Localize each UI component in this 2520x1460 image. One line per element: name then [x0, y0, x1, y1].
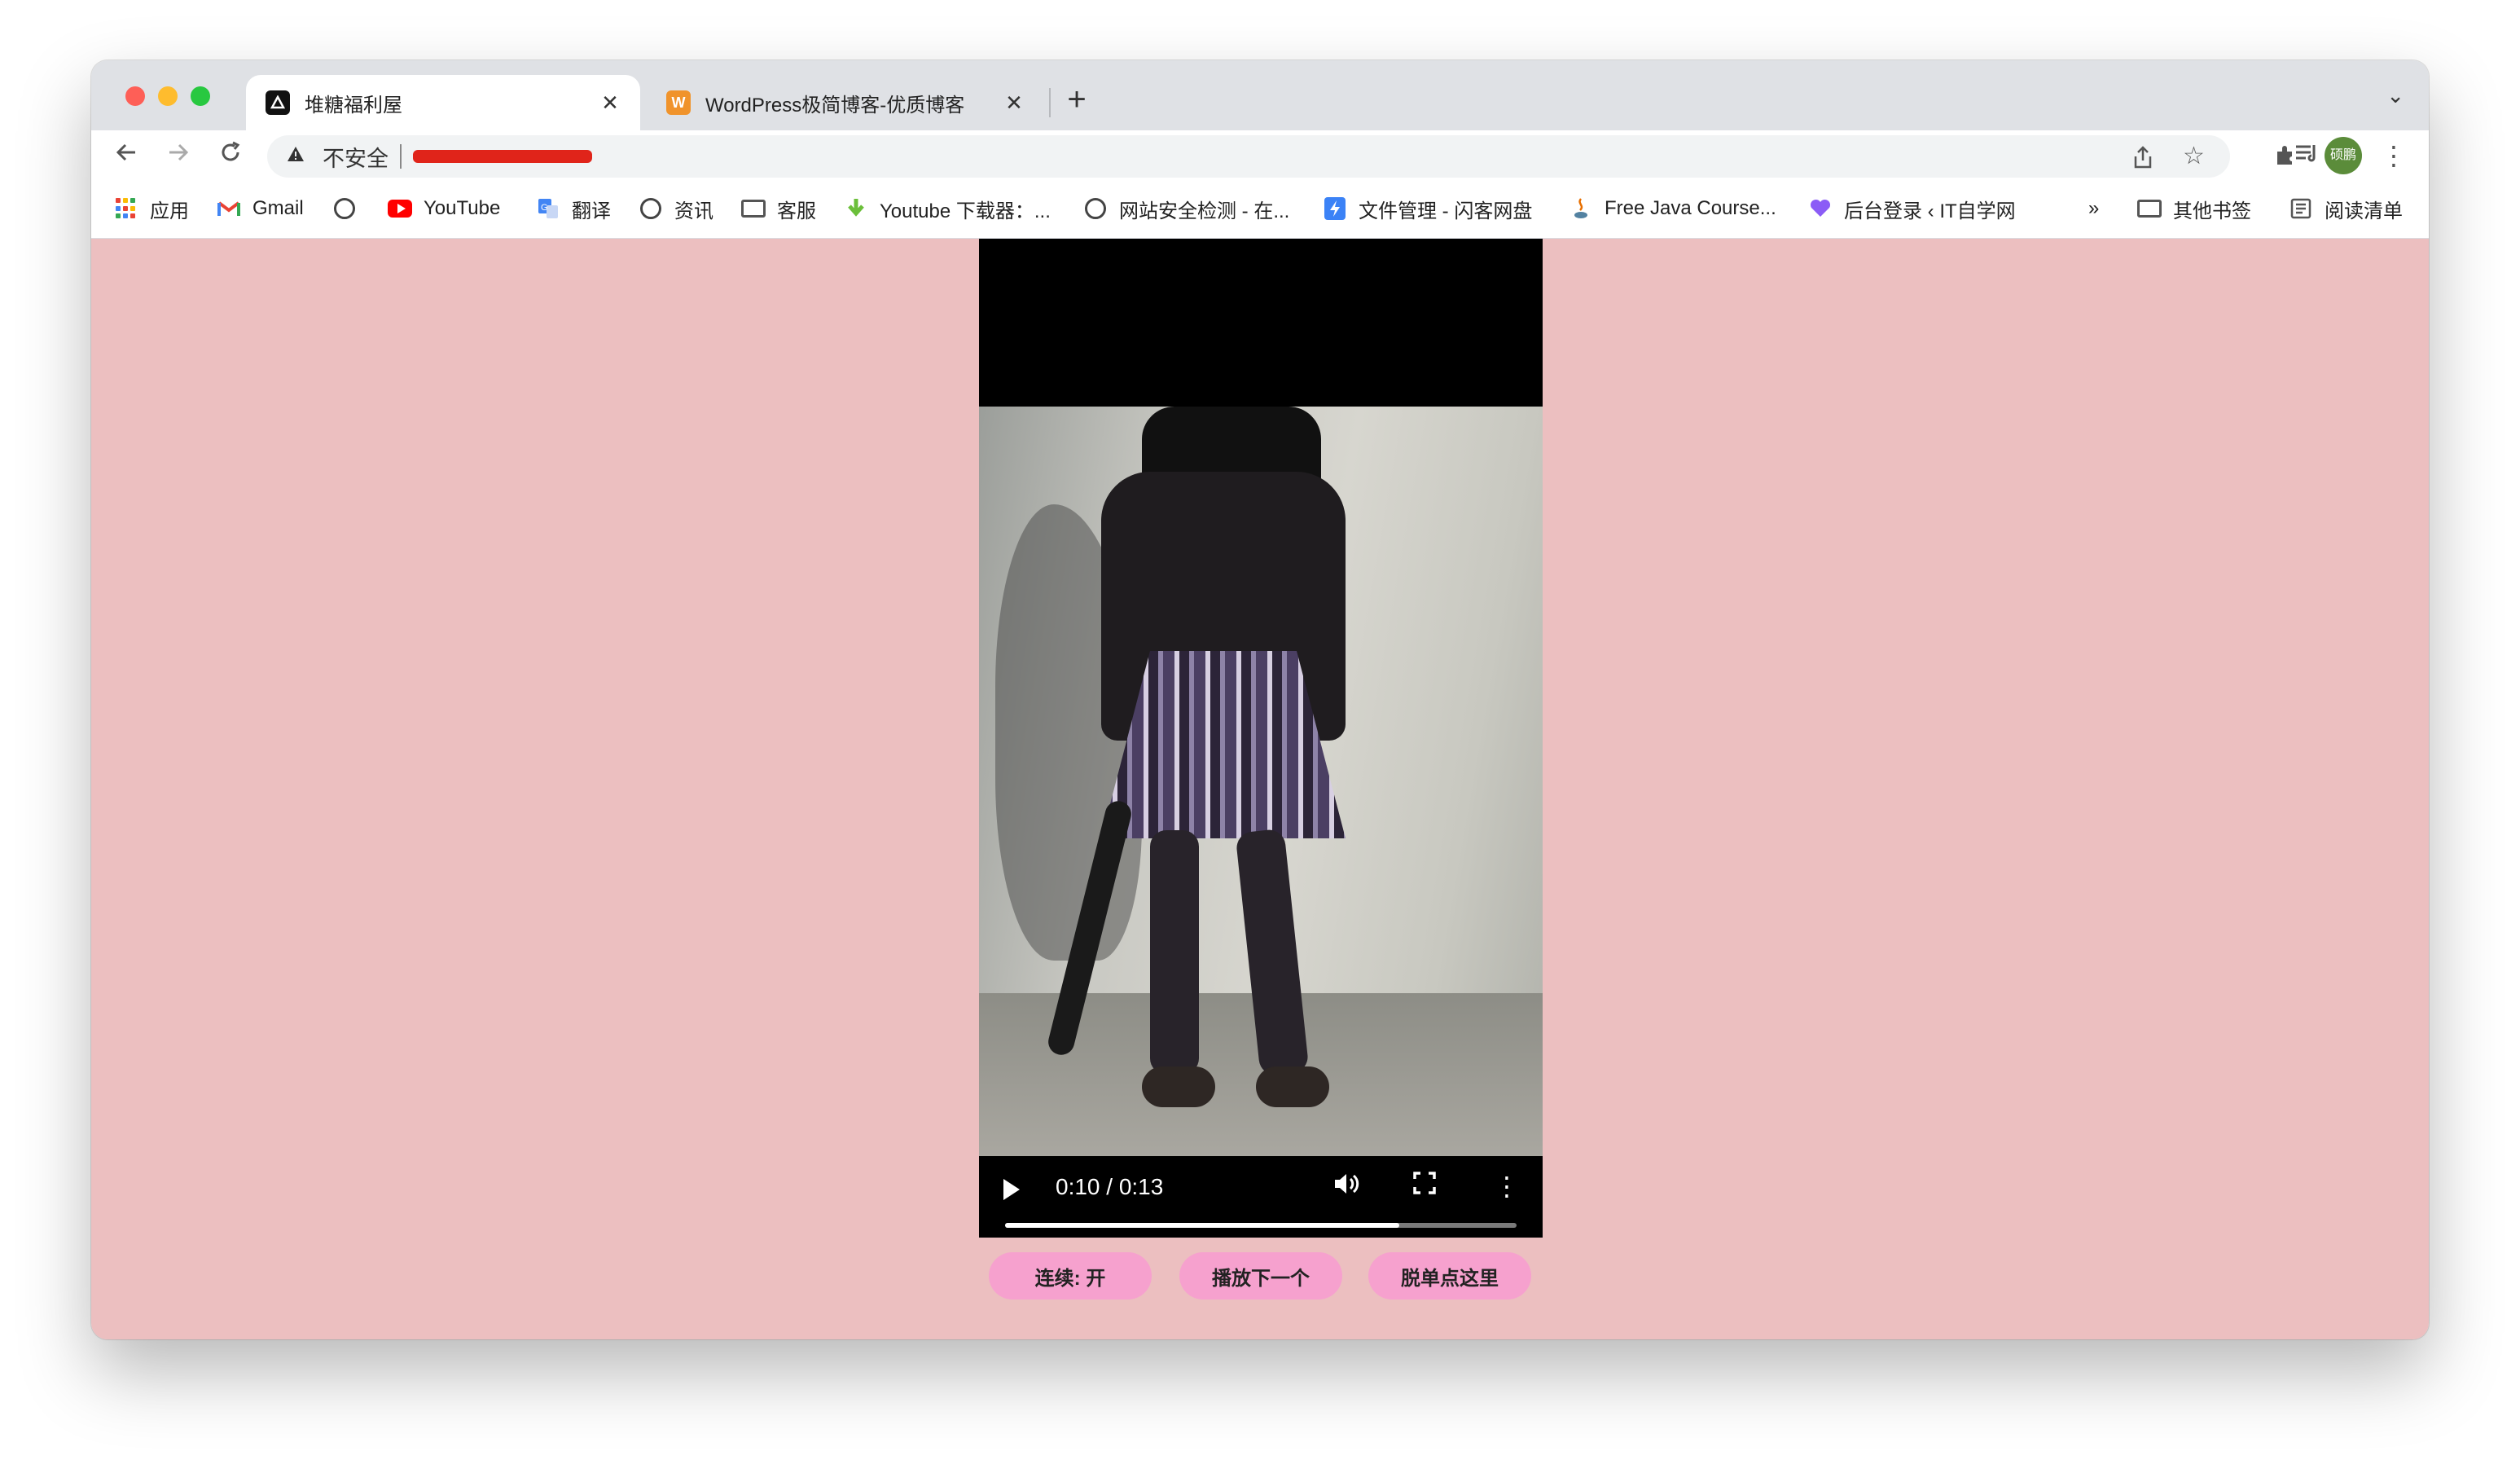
download-icon — [844, 196, 868, 221]
leg-shape — [1150, 830, 1199, 1075]
browser-toolbar: 不安全 ☆ 硕鹏 ⋮ — [91, 130, 2429, 181]
address-bar[interactable]: 不安全 ☆ — [267, 135, 2230, 178]
forward-icon[interactable] — [161, 139, 195, 173]
bookmark-translate[interactable]: G 翻译 — [536, 194, 611, 223]
minimize-window-button[interactable] — [158, 86, 178, 106]
video-controls: 0:10 / 0:13 ⋮ — [979, 1156, 1543, 1238]
volume-icon[interactable] — [1332, 1171, 1360, 1203]
tab-duitang[interactable]: 堆糖福利屋 ✕ — [246, 75, 640, 130]
continuous-toggle-button[interactable]: 连续: 开 — [989, 1252, 1152, 1299]
tab-title: WordPress极简博客-优质博客 — [705, 94, 965, 117]
other-bookmarks-folder[interactable]: 其他书签 — [2137, 194, 2251, 223]
java-icon — [1569, 196, 1593, 221]
browser-window: 堆糖福利屋 ✕ W WordPress极简博客-优质博客 ✕ + ⌄ 不安全 ☆… — [91, 60, 2429, 1339]
tab-strip: 堆糖福利屋 ✕ W WordPress极简博客-优质博客 ✕ + ⌄ — [91, 60, 2429, 130]
globe-icon — [639, 196, 663, 221]
time-display: 0:10 / 0:13 — [1056, 1174, 1164, 1199]
bookmark-label: Youtube 下载器：... — [880, 200, 1051, 222]
profile-avatar[interactable]: 硕鹏 — [2325, 137, 2362, 174]
shoe-shape — [1256, 1066, 1329, 1107]
bookmark-label: 客服 — [777, 200, 816, 222]
button-row: 连续: 开 播放下一个 脱单点这里 — [989, 1252, 1559, 1301]
globe-icon — [332, 196, 357, 221]
shoe-shape — [1142, 1066, 1215, 1107]
bookmark-label: Gmail — [252, 197, 304, 219]
url-redaction[interactable] — [413, 150, 592, 163]
bookmark-label: 文件管理 - 闪客网盘 — [1359, 200, 1533, 222]
translate-icon: G — [536, 196, 560, 221]
address-divider — [400, 144, 402, 169]
bookmark-java-course[interactable]: Free Java Course... — [1569, 194, 1776, 223]
bookmark-security-check[interactable]: 网站安全检测 - 在... — [1083, 194, 1289, 223]
back-icon[interactable] — [109, 139, 143, 173]
bookmark-news[interactable]: 资讯 — [639, 194, 713, 223]
bookmark-label: 应用 — [150, 200, 189, 222]
bookmark-youtube[interactable]: YouTube — [388, 194, 500, 223]
bookmark-label: 后台登录 ‹ IT自学网 — [1844, 200, 2016, 222]
more-menu-icon[interactable]: ⋮ — [2377, 139, 2411, 173]
escape-single-button[interactable]: 脱单点这里 — [1368, 1252, 1531, 1299]
bookmark-star-icon[interactable]: ☆ — [2183, 135, 2205, 178]
bookmark-label: 网站安全检测 - 在... — [1119, 200, 1290, 222]
bookmark-label: 资讯 — [674, 200, 713, 222]
wordpress-icon: W — [666, 90, 691, 115]
video-frame — [979, 407, 1543, 1156]
bookmark-label: Free Java Course... — [1605, 197, 1776, 219]
bookmark-support[interactable]: 客服 — [741, 194, 816, 223]
reading-mode-icon[interactable] — [2290, 139, 2325, 173]
bookmark-label: 其他书签 — [2173, 200, 2251, 222]
bookmark-file-manager[interactable]: 文件管理 - 闪客网盘 — [1323, 194, 1532, 223]
reading-list-button[interactable]: 阅读清单 — [2289, 194, 2403, 223]
play-icon[interactable] — [1003, 1179, 1020, 1200]
maximize-window-button[interactable] — [191, 86, 210, 106]
tab-wordpress[interactable]: W WordPress极简博客-优质博客 ✕ — [647, 75, 1044, 130]
bookmark-youtube-downloader[interactable]: Youtube 下载器：... — [844, 194, 1051, 223]
page-content: 0:10 / 0:13 ⋮ 连续: 开 播放下一个 脱单点这里 — [91, 239, 2429, 1339]
bookmark-apps[interactable]: 应用 — [114, 194, 189, 223]
new-tab-button[interactable]: + — [1056, 80, 1098, 122]
video-more-icon[interactable]: ⋮ — [1494, 1171, 1520, 1202]
bookmark-label: 翻译 — [572, 200, 611, 222]
progress-bar[interactable] — [1005, 1223, 1517, 1228]
duitang-icon — [266, 90, 290, 115]
folder-icon — [2137, 196, 2162, 221]
gmail-icon — [217, 196, 241, 221]
overflow-icon: » — [2088, 197, 2100, 219]
folder-icon — [741, 196, 766, 221]
reload-icon[interactable] — [213, 139, 248, 173]
tab-close-icon[interactable]: ✕ — [596, 90, 624, 116]
security-label[interactable]: 不安全 — [323, 141, 389, 173]
bookmark-label: YouTube — [424, 197, 501, 219]
fullscreen-icon[interactable] — [1412, 1171, 1437, 1202]
tab-search-icon[interactable]: ⌄ — [2386, 83, 2404, 108]
bookmark-admin-login[interactable]: 后台登录 ‹ IT自学网 — [1808, 194, 2016, 223]
bookmarks-overflow-button[interactable]: » — [2088, 194, 2099, 223]
bolt-icon — [1323, 196, 1347, 221]
play-next-button[interactable]: 播放下一个 — [1179, 1252, 1342, 1299]
tab-title: 堆糖福利屋 — [305, 94, 402, 117]
heart-icon — [1808, 196, 1833, 221]
bookmarks-bar: 应用 Gmail YouTube G 翻译 资讯 客服 Youtube 下载器：… — [91, 181, 2429, 239]
tab-close-icon[interactable]: ✕ — [1000, 90, 1028, 116]
tab-divider — [1049, 88, 1051, 117]
warning-icon[interactable] — [287, 145, 311, 169]
reading-list-icon — [2289, 196, 2313, 221]
youtube-icon — [388, 196, 412, 221]
share-icon[interactable] — [2132, 135, 2153, 178]
progress-fill — [1005, 1223, 1399, 1228]
bookmark-gmail[interactable]: Gmail — [217, 194, 304, 223]
bookmark-label: 阅读清单 — [2325, 200, 2403, 222]
video-player[interactable]: 0:10 / 0:13 ⋮ — [979, 239, 1543, 1238]
svg-text:G: G — [541, 203, 548, 213]
close-window-button[interactable] — [125, 86, 145, 106]
bookmark-globe[interactable] — [332, 194, 368, 223]
apps-grid-icon — [114, 196, 138, 221]
globe-icon — [1083, 196, 1108, 221]
